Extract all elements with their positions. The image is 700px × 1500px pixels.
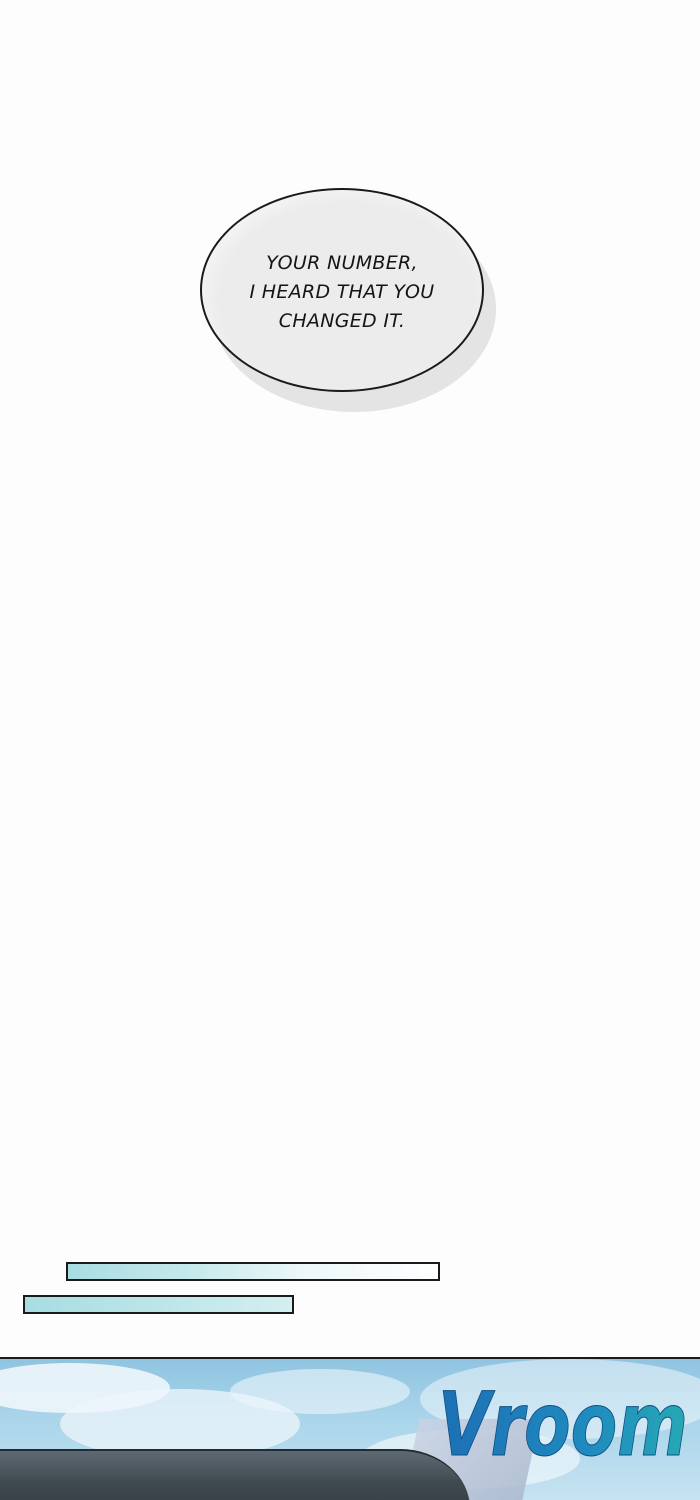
vroom-sound-effect: Vroom [438,1373,689,1477]
speech-bubble: YOUR NUMBER, I HEARD THAT YOU CHANGED IT… [198,186,498,416]
speech-bubble-body: YOUR NUMBER, I HEARD THAT YOU CHANGED IT… [200,188,484,392]
speech-bubble-text: YOUR NUMBER, I HEARD THAT YOU CHANGED IT… [250,249,435,336]
comic-page: YOUR NUMBER, I HEARD THAT YOU CHANGED IT… [0,0,700,1500]
speech-line-1: YOUR NUMBER, [266,251,418,274]
speech-line-2: I HEARD THAT YOU [249,280,435,303]
car-roof [0,1449,470,1500]
panel-edge-bar-top [66,1262,440,1281]
vroom-text: Vroom [438,1373,688,1476]
speech-line-3: CHANGED IT. [278,309,406,332]
sky-panel: Vroom [0,1357,700,1500]
panel-edge-bar-bottom [23,1295,294,1314]
cloud [230,1369,410,1414]
